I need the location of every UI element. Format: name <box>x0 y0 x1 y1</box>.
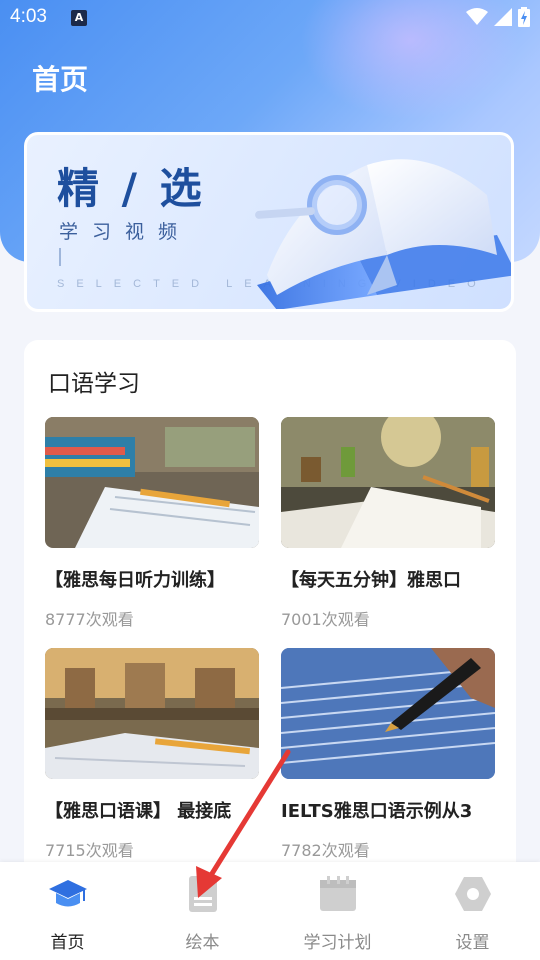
video-view-count: 7782次观看 <box>281 841 370 860</box>
signal-icon <box>494 8 512 26</box>
video-title: 【雅思口语课】 最接底 <box>45 801 232 822</box>
status-icons <box>466 7 530 27</box>
video-thumbnail <box>281 648 495 779</box>
banner-title: 精 / 选 <box>57 164 206 213</box>
calendar-icon <box>316 872 360 916</box>
banner-divider <box>59 248 61 266</box>
section-title: 口语学习 <box>48 371 140 397</box>
notification-icon: A <box>71 10 87 26</box>
tab-label: 学习计划 <box>303 933 372 953</box>
video-title: 【雅思每日听力训练】 <box>45 570 225 591</box>
video-card[interactable]: IELTS雅思口语示例从3 7782次观看 <box>281 648 495 861</box>
video-card[interactable]: 【每天五分钟】雅思口 7001次观看 <box>281 417 495 630</box>
tab-label: 绘本 <box>185 933 220 953</box>
video-view-count: 8777次观看 <box>45 610 134 629</box>
tab-home[interactable]: 首页 <box>0 862 135 960</box>
wifi-icon <box>466 8 488 25</box>
status-bar: 4:03 A <box>0 0 540 36</box>
featured-videos-banner[interactable]: 精 / 选 学习视频 SELECTED LEARNING VIDEO <box>24 132 514 312</box>
tab-settings[interactable]: 设置 <box>405 862 540 960</box>
tab-label: 设置 <box>455 933 490 953</box>
video-card[interactable]: 【雅思口语课】 最接底 7715次观看 <box>45 648 259 861</box>
status-time: 4:03 <box>10 6 47 27</box>
speaking-study-section: 口语学习 【雅思每日听力训练】 8777次观看 【每天五分钟】雅思口 7001次… <box>24 340 516 900</box>
tab-picture-book[interactable]: 绘本 <box>135 862 270 960</box>
graduation-cap-icon <box>46 872 90 916</box>
video-thumbnail <box>45 417 259 548</box>
tab-label: 首页 <box>50 933 85 953</box>
video-thumbnail <box>281 417 495 548</box>
video-view-count: 7001次观看 <box>281 610 370 629</box>
banner-subtitle: 学习视频 <box>59 221 192 243</box>
page-title: 首页 <box>32 63 89 96</box>
video-card[interactable]: 【雅思每日听力训练】 8777次观看 <box>45 417 259 630</box>
video-title: 【每天五分钟】雅思口 <box>281 570 461 591</box>
tab-study-plan[interactable]: 学习计划 <box>270 862 405 960</box>
bottom-tab-bar: 首页 绘本 学习计划 设置 <box>0 862 540 960</box>
video-thumbnail <box>45 648 259 779</box>
book-icon <box>181 872 225 916</box>
battery-charging-icon <box>518 7 530 27</box>
open-book-magnifier-illustration <box>255 159 511 309</box>
video-title: IELTS雅思口语示例从3 <box>281 801 473 822</box>
video-view-count: 7715次观看 <box>45 841 134 860</box>
settings-icon <box>451 872 495 916</box>
